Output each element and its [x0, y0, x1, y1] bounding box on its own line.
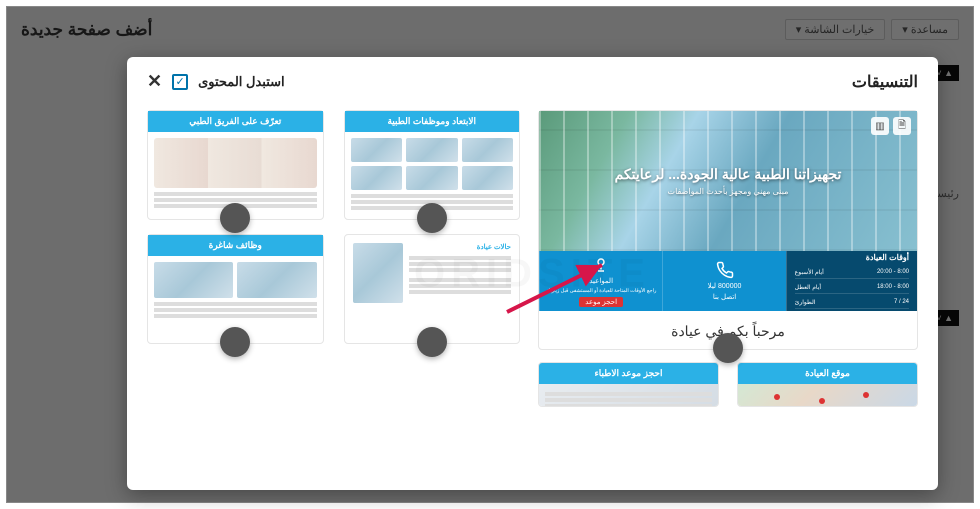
replace-content-checkbox[interactable]: ✓ — [172, 74, 188, 90]
download-button[interactable] — [417, 327, 447, 357]
close-icon[interactable]: ✕ — [147, 71, 162, 92]
template-hero[interactable]: 🗎 ▥ تجهيزاتنا الطبية عالية الجودة... لرع… — [538, 110, 918, 350]
hero-headline: تجهيزاتنا الطبية عالية الجودة... لرعايتك… — [615, 166, 842, 183]
phone-box: 800000 ليلا اتصل بنا — [662, 251, 785, 311]
document-icon[interactable]: 🗎 — [893, 117, 911, 135]
template-call[interactable]: حالات عيادة — [344, 234, 521, 344]
hours-box: أوقات العيادة 8:00 - 20:00أيام الأسبوع 8… — [786, 251, 917, 311]
hero-subheadline: مبنى مهني ومجهز بأحدث المواصفات — [615, 187, 842, 196]
download-button[interactable] — [220, 327, 250, 357]
appointment-box: المواعيد راجع الأوقات المتاحة للعيادة أو… — [539, 251, 662, 311]
phone-icon — [716, 261, 734, 279]
download-button[interactable] — [417, 203, 447, 233]
download-button[interactable] — [220, 203, 250, 233]
book-button[interactable]: احجز موعد — [579, 297, 623, 307]
template-jobs[interactable]: وظائف شاغرة — [147, 234, 324, 344]
template-snacks[interactable]: الابتعاد وموظفات الطبية — [344, 110, 521, 220]
templates-modal: التنسيقات استبدل المحتوى ✓ ✕ ORIDSITE 🗎 … — [127, 57, 938, 490]
modal-title: التنسيقات — [852, 72, 918, 92]
replace-content-label: استبدل المحتوى — [198, 74, 285, 90]
layout-icon[interactable]: ▥ — [871, 117, 889, 135]
template-book[interactable]: احجز موعد الاطباء — [538, 362, 719, 407]
template-location[interactable]: موقع العيادة — [737, 362, 918, 407]
template-team[interactable]: تعرّف على الفريق الطبي — [147, 110, 324, 220]
microscope-icon — [592, 256, 610, 274]
download-button[interactable] — [713, 333, 743, 363]
